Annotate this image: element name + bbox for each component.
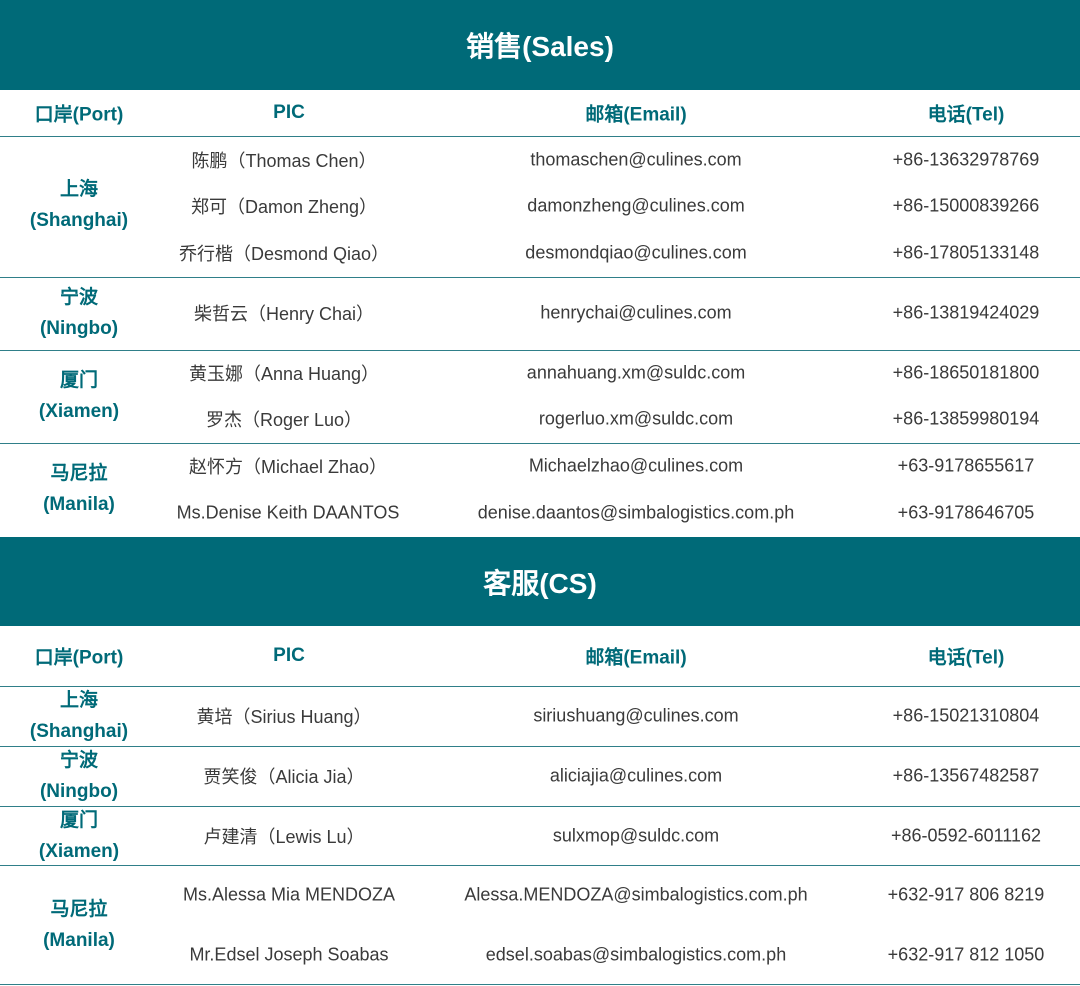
pic-name: 郑可（Damon Zheng） — [190, 197, 378, 217]
email-link[interactable]: edsel.soabas@simbalogistics.com.ph — [486, 945, 786, 966]
header-tel: 电话(Tel) — [927, 104, 1005, 126]
email-link[interactable]: henrychai@culines.com — [540, 303, 731, 324]
email-link[interactable]: thomaschen@culines.com — [530, 150, 741, 171]
cs-section-title: 客服(CS) — [0, 537, 1080, 626]
tel-number: +63-9178655617 — [897, 455, 1035, 476]
port-manila: 马尼拉 (Manila) — [43, 463, 115, 515]
tel-number: +63-9178646705 — [897, 502, 1035, 523]
tel-number: +86-13567482587 — [892, 765, 1040, 786]
email-link[interactable]: sulxmop@suldc.com — [553, 826, 719, 847]
port-shanghai: 上海 (Shanghai) — [29, 179, 129, 231]
email-link[interactable]: rogerluo.xm@suldc.com — [539, 409, 733, 430]
header-pic: PIC — [273, 102, 305, 123]
tel-number: +86-13632978769 — [892, 149, 1040, 170]
pic-name: 黄玉娜（Anna Huang） — [188, 364, 380, 384]
tel-number: +86-0592-6011162 — [891, 825, 1041, 846]
email-link[interactable]: damonzheng@culines.com — [527, 196, 744, 217]
header-tel: 电话(Tel) — [927, 647, 1005, 669]
pic-name: 陈鹏（Thomas Chen） — [191, 151, 377, 171]
pic-name: Ms.Denise Keith DAANTOS — [176, 502, 400, 523]
pic-name: 柴哲云（Henry Chai） — [193, 304, 375, 324]
pic-name: 赵怀方（Michael Zhao） — [188, 457, 388, 477]
tel-number: +86-15000839266 — [892, 195, 1040, 216]
pic-name: 罗杰（Roger Luo） — [205, 410, 363, 430]
pic-name: 乔行楷（Desmond Qiao） — [178, 244, 390, 264]
port-shanghai: 上海 (Shanghai) — [29, 690, 129, 742]
divider — [0, 350, 1080, 351]
divider — [0, 806, 1080, 807]
tel-number: +86-13819424029 — [892, 302, 1040, 323]
divider — [0, 686, 1080, 687]
pic-name: 黄培（Sirius Huang） — [196, 707, 372, 727]
tel-number: +86-15021310804 — [892, 705, 1040, 726]
divider — [0, 984, 1080, 985]
header-port: 口岸(Port) — [34, 104, 124, 126]
email-link[interactable]: Michaelzhao@culines.com — [529, 456, 743, 477]
tel-number: +86-17805133148 — [892, 242, 1040, 263]
header-email: 邮箱(Email) — [585, 647, 687, 669]
pic-name: 贾笑俊（Alicia Jia） — [203, 767, 365, 787]
email-link[interactable]: Alessa.MENDOZA@simbalogistics.com.ph — [464, 885, 807, 906]
pic-name: Mr.Edsel Joseph Soabas — [189, 944, 389, 965]
divider — [0, 443, 1080, 444]
email-link[interactable]: aliciajia@culines.com — [550, 766, 722, 787]
port-xiamen: 厦门 (Xiamen) — [38, 810, 120, 862]
email-link[interactable]: annahuang.xm@suldc.com — [527, 363, 745, 384]
pic-name: 卢建清（Lewis Lu） — [203, 827, 365, 847]
email-link[interactable]: desmondqiao@culines.com — [525, 243, 746, 264]
divider — [0, 746, 1080, 747]
email-link[interactable]: siriushuang@culines.com — [533, 706, 738, 727]
sales-section-title: 销售(Sales) — [0, 0, 1080, 90]
header-port: 口岸(Port) — [34, 647, 124, 669]
tel-number: +86-18650181800 — [892, 362, 1040, 383]
header-email: 邮箱(Email) — [585, 104, 687, 126]
email-link[interactable]: denise.daantos@simbalogistics.com.ph — [478, 503, 794, 524]
tel-number: +86-13859980194 — [892, 408, 1040, 429]
divider — [0, 136, 1080, 137]
port-manila: 马尼拉 (Manila) — [43, 899, 115, 951]
divider — [0, 277, 1080, 278]
port-ningbo: 宁波 (Ningbo) — [39, 750, 119, 802]
divider — [0, 865, 1080, 866]
port-xiamen: 厦门 (Xiamen) — [38, 370, 120, 422]
header-pic: PIC — [273, 645, 305, 666]
tel-number: +632-917 812 1050 — [887, 944, 1045, 965]
pic-name: Ms.Alessa Mia MENDOZA — [182, 884, 396, 905]
tel-number: +632-917 806 8219 — [887, 884, 1045, 905]
port-ningbo: 宁波 (Ningbo) — [39, 287, 119, 339]
